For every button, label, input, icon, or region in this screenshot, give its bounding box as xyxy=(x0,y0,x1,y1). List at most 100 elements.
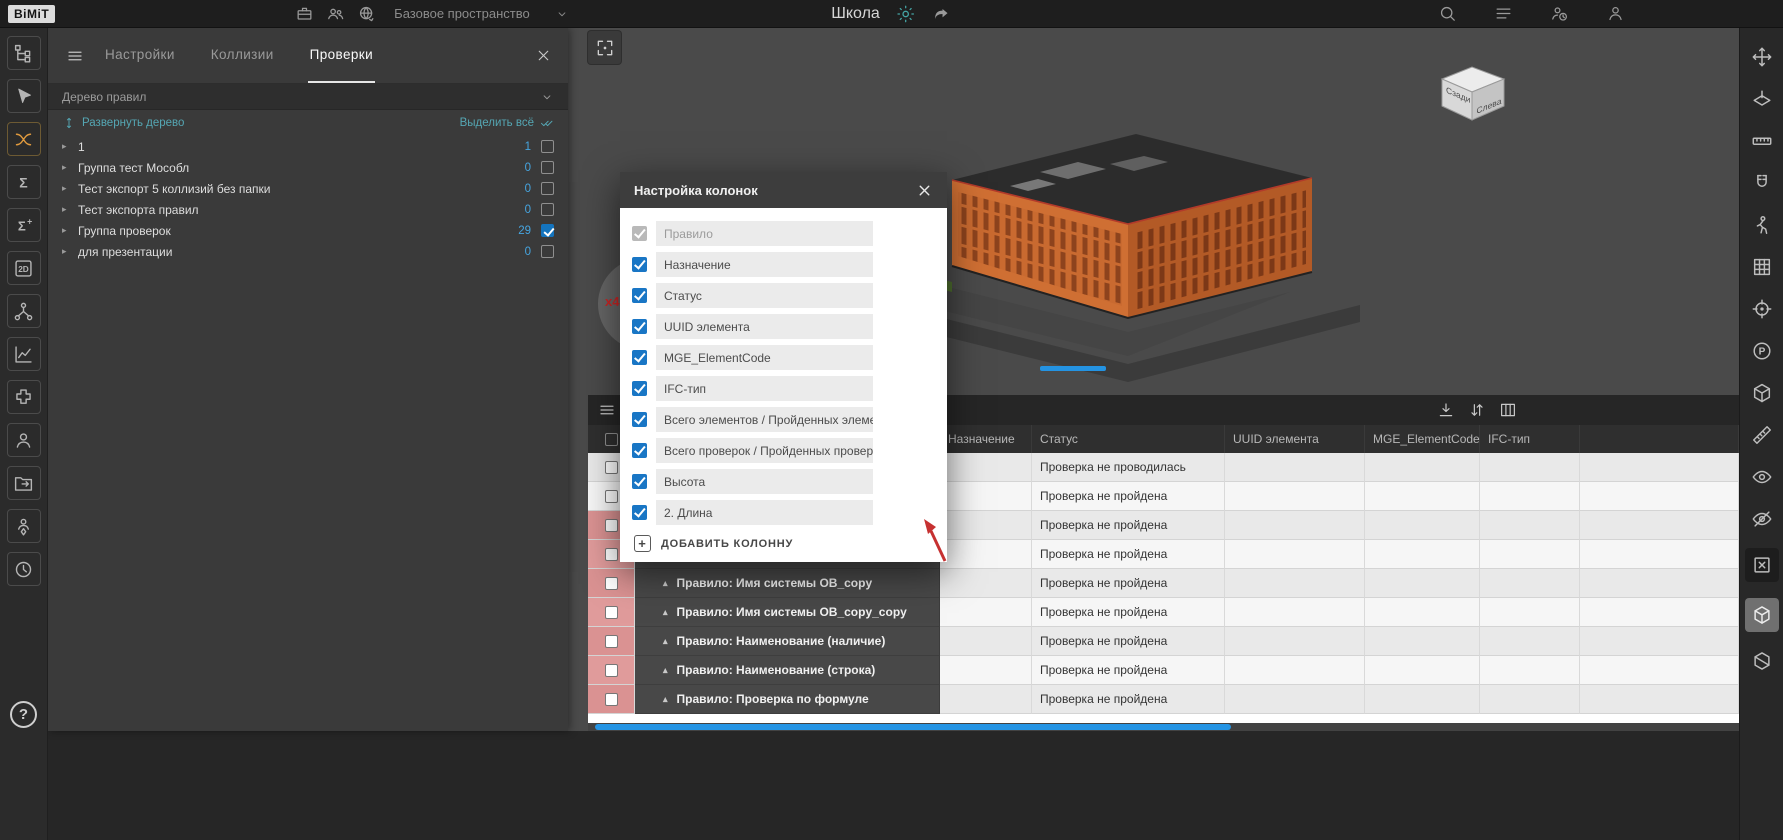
right-tool-ruler[interactable] xyxy=(1749,128,1775,154)
left-tool-user-location[interactable] xyxy=(7,509,41,543)
right-tool-walk-mode[interactable] xyxy=(1749,212,1775,238)
tree-item-checkbox[interactable] xyxy=(541,161,554,174)
right-tool-parking[interactable]: P xyxy=(1749,338,1775,364)
rule-cell[interactable]: ▴Правило: Имя системы ОВ_copy_copy xyxy=(635,598,940,627)
left-tool-export-folder[interactable] xyxy=(7,466,41,500)
fit-view-button[interactable] xyxy=(588,31,621,64)
panel-menu-icon[interactable] xyxy=(66,47,84,65)
row-checkbox[interactable] xyxy=(605,693,618,706)
user-icon[interactable] xyxy=(1606,4,1625,23)
right-tool-clear-selection[interactable] xyxy=(1745,548,1779,582)
column-checkbox[interactable] xyxy=(632,350,647,365)
right-tool-model-view[interactable] xyxy=(1745,598,1779,632)
help-button[interactable]: ? xyxy=(10,701,37,728)
left-tool-select[interactable] xyxy=(7,79,41,113)
globe-sync-icon[interactable] xyxy=(357,4,376,23)
row-checkbox[interactable] xyxy=(605,635,618,648)
modal-close-icon[interactable] xyxy=(916,182,933,199)
tab-2[interactable]: Проверки xyxy=(308,28,375,83)
columns-settings-icon[interactable] xyxy=(1499,401,1517,419)
select-all-button[interactable]: Выделить всё xyxy=(460,116,554,130)
gear-icon[interactable] xyxy=(896,4,916,24)
expand-arrow-icon[interactable]: ▸ xyxy=(62,162,78,173)
user-clock-icon[interactable] xyxy=(1550,4,1569,23)
column-checkbox[interactable] xyxy=(632,381,647,396)
column-checkbox[interactable] xyxy=(632,474,647,489)
add-column-button[interactable]: + ДОБАВИТЬ КОЛОННУ xyxy=(634,535,947,552)
column-header-1[interactable]: Статус xyxy=(1032,425,1225,453)
tree-item[interactable]: ▸ 1 1 xyxy=(48,136,568,157)
remove-column-icon[interactable] xyxy=(909,382,935,395)
column-checkbox[interactable] xyxy=(632,443,647,458)
tab-1[interactable]: Коллизии xyxy=(209,28,276,83)
remove-column-icon[interactable] xyxy=(909,258,935,271)
tree-item-checkbox[interactable] xyxy=(541,203,554,216)
collapse-icon[interactable]: ▴ xyxy=(663,578,668,589)
tree-item-checkbox[interactable] xyxy=(541,182,554,195)
drag-handle-icon[interactable] xyxy=(873,412,909,428)
left-tool-charts[interactable] xyxy=(7,337,41,371)
expand-tree-button[interactable]: Развернуть дерево xyxy=(62,116,184,130)
tree-item-checkbox[interactable] xyxy=(541,140,554,153)
right-tool-grid[interactable] xyxy=(1749,254,1775,280)
tree-item[interactable]: ▸ Тест экспорт 5 коллизий без папки 0 xyxy=(48,178,568,199)
splitter-handle[interactable] xyxy=(1040,366,1106,371)
share-icon[interactable] xyxy=(932,4,952,24)
row-checkbox[interactable] xyxy=(605,577,618,590)
right-tool-cube-wireframe[interactable] xyxy=(1749,380,1775,406)
column-checkbox[interactable] xyxy=(632,288,647,303)
collapse-icon[interactable]: ▴ xyxy=(663,694,668,705)
right-tool-section-plane[interactable] xyxy=(1749,86,1775,112)
drag-handle-icon[interactable] xyxy=(873,288,909,304)
collapse-icon[interactable]: ▴ xyxy=(663,607,668,618)
left-tool-plugins[interactable] xyxy=(7,380,41,414)
right-tool-measure[interactable] xyxy=(1749,422,1775,448)
tree-item-checkbox[interactable] xyxy=(541,224,554,237)
row-checkbox[interactable] xyxy=(605,548,618,561)
left-tool-history[interactable] xyxy=(7,552,41,586)
drag-handle-icon[interactable] xyxy=(873,226,909,242)
panel-close-icon[interactable] xyxy=(535,47,552,64)
rule-cell[interactable]: ▴Правило: Имя системы ОВ_copy xyxy=(635,569,940,598)
rule-cell[interactable]: ▴Правило: Наименование (строка) xyxy=(635,656,940,685)
row-checkbox[interactable] xyxy=(605,490,618,503)
column-checkbox[interactable] xyxy=(632,412,647,427)
tree-item[interactable]: ▸ Группа тест Мособл 0 xyxy=(48,157,568,178)
drag-handle-icon[interactable] xyxy=(873,505,909,521)
collapse-icon[interactable]: ▴ xyxy=(663,636,668,647)
tree-item[interactable]: ▸ Тест экспорта правил 0 xyxy=(48,199,568,220)
left-tool-2d-view[interactable]: 2D xyxy=(7,251,41,285)
drag-handle-icon[interactable] xyxy=(873,257,909,273)
tree-item[interactable]: ▸ Группа проверок 29 xyxy=(48,220,568,241)
tree-item-checkbox[interactable] xyxy=(541,245,554,258)
drag-handle-icon[interactable] xyxy=(873,443,909,459)
drag-handle-icon[interactable] xyxy=(873,350,909,366)
sort-rows-icon[interactable] xyxy=(1468,401,1486,419)
tree-item[interactable]: ▸ для презентации 0 xyxy=(48,241,568,262)
rule-cell[interactable]: ▴Правило: Наименование (наличие) xyxy=(635,627,940,656)
expand-arrow-icon[interactable]: ▸ xyxy=(62,204,78,215)
remove-column-icon[interactable] xyxy=(909,506,935,519)
expand-arrow-icon[interactable]: ▸ xyxy=(62,246,78,257)
left-tool-sum-add[interactable]: Σ+ xyxy=(7,208,41,242)
column-header-4[interactable]: IFC-тип xyxy=(1480,425,1580,453)
rules-tree-dropdown[interactable]: Дерево правил xyxy=(48,84,568,110)
table-menu-icon[interactable] xyxy=(598,401,616,419)
row-checkbox[interactable] xyxy=(605,664,618,677)
right-tool-target[interactable] xyxy=(1749,296,1775,322)
workspace-dropdown[interactable]: Базовое пространство xyxy=(394,6,569,21)
row-checkbox[interactable] xyxy=(605,606,618,619)
remove-column-icon[interactable] xyxy=(909,351,935,364)
left-tool-model-tree[interactable] xyxy=(7,36,41,70)
drag-handle-icon[interactable] xyxy=(873,381,909,397)
right-tool-move[interactable] xyxy=(1749,44,1775,70)
expand-arrow-icon[interactable]: ▸ xyxy=(62,141,78,152)
team-icon[interactable] xyxy=(326,4,345,23)
horizontal-scrollbar[interactable] xyxy=(588,723,1739,731)
right-tool-show[interactable] xyxy=(1749,464,1775,490)
drag-handle-icon[interactable] xyxy=(873,319,909,335)
drag-handle-icon[interactable] xyxy=(873,474,909,490)
row-checkbox[interactable] xyxy=(605,461,618,474)
expand-arrow-icon[interactable]: ▸ xyxy=(62,225,78,236)
left-tool-scheme[interactable] xyxy=(7,294,41,328)
